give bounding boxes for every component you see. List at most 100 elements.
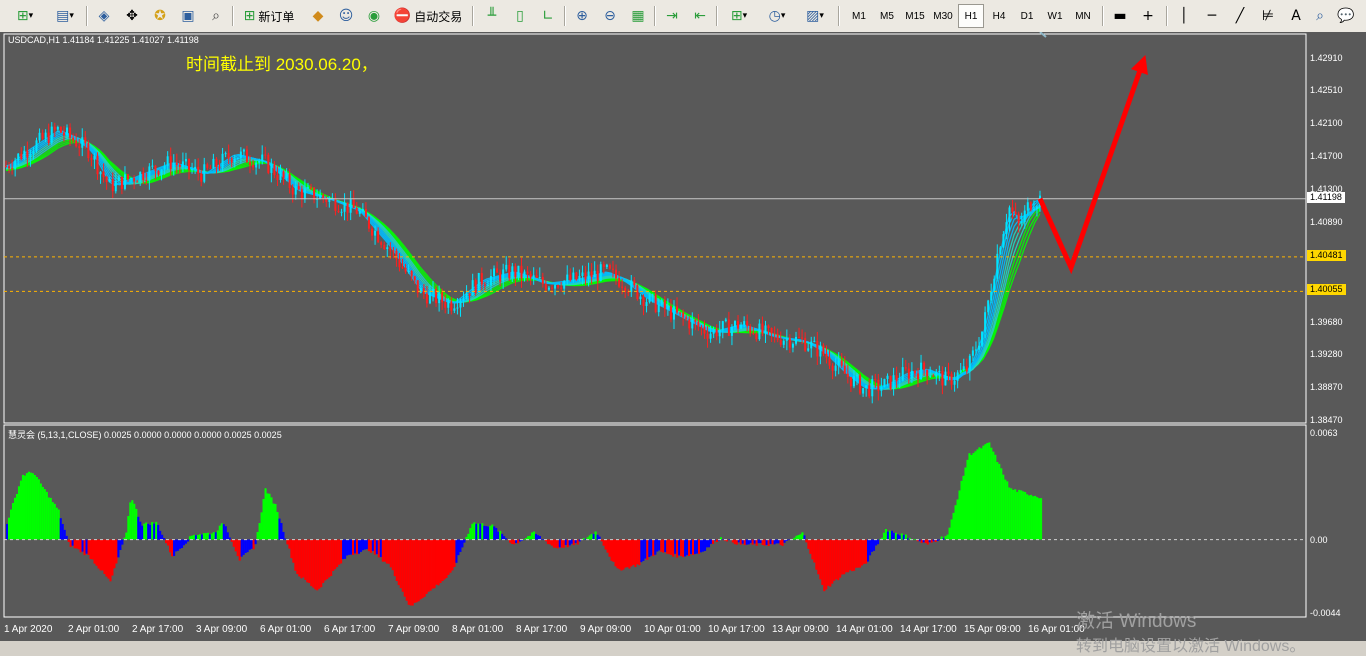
- cursor-button[interactable]: ▬: [1108, 4, 1132, 28]
- candle-body: [264, 154, 267, 156]
- text-tool-button[interactable]: A: [1284, 4, 1308, 28]
- candle-body: [361, 208, 364, 212]
- candle-body: [352, 199, 355, 208]
- histogram-bar: [690, 539, 693, 555]
- histogram-bar: [652, 539, 655, 557]
- histogram-bar: [425, 539, 428, 594]
- metaeditor-button[interactable]: ◆: [306, 4, 330, 28]
- chart-shift-button[interactable]: ⇤: [688, 4, 712, 28]
- data-window-button[interactable]: ✥: [120, 4, 144, 28]
- chat-button[interactable]: 💬: [1334, 4, 1358, 28]
- histogram-bar: [851, 539, 854, 572]
- candle-body: [203, 164, 206, 182]
- profiles-button[interactable]: ▤ ▾: [48, 4, 82, 28]
- templates-button[interactable]: ▨ ▾: [798, 4, 832, 28]
- histogram-bar: [513, 539, 516, 545]
- indicators-button[interactable]: ⊞ ▾: [722, 4, 756, 28]
- histogram-bar: [359, 539, 363, 552]
- candle-body: [566, 274, 569, 281]
- timeframe-m30[interactable]: M30: [930, 4, 956, 28]
- activation-watermark-hint: 转到电脑设置以激活 Windows。: [1076, 638, 1306, 655]
- histogram-bar: [310, 539, 313, 587]
- autotrade-icon: ⛔: [393, 8, 412, 24]
- candle-body: [172, 162, 175, 170]
- candle-body: [859, 375, 862, 394]
- histogram-bar: [367, 539, 370, 552]
- timeframe-d1[interactable]: D1: [1014, 4, 1040, 28]
- candle-body: [303, 188, 306, 199]
- autoscroll-button[interactable]: ⇥: [660, 4, 684, 28]
- candle-body: [846, 373, 849, 378]
- timeframe-h4[interactable]: H4: [986, 4, 1012, 28]
- histogram-bar: [250, 539, 253, 549]
- time-label: 10 Apr 01:00: [644, 624, 701, 635]
- indicator-info: 慧灵会 (5,13,1,CLOSE) 0.0025 0.0000 0.0000 …: [8, 430, 282, 440]
- histogram-bar: [982, 445, 985, 540]
- candle-body: [310, 187, 313, 189]
- time-label: 8 Apr 01:00: [452, 624, 504, 635]
- candle-body: [239, 151, 242, 159]
- histogram-bar: [624, 539, 627, 568]
- autotrade-button[interactable]: ⛔ 自动交易: [390, 4, 466, 28]
- candle-body: [428, 292, 431, 304]
- market-watch-button[interactable]: ◈: [92, 4, 116, 28]
- trendline-button[interactable]: ╱: [1228, 4, 1252, 28]
- histogram-bar: [23, 475, 26, 540]
- community-button[interactable]: ☺: [334, 4, 358, 28]
- line-chart-button[interactable]: ∟: [536, 4, 560, 28]
- histogram-bar: [950, 519, 953, 540]
- new-order-button[interactable]: ⊞ 新订单: [238, 4, 300, 28]
- periods-button[interactable]: ◷ ▾: [760, 4, 794, 28]
- indicator-label: 0.00: [1310, 535, 1328, 545]
- new-chart-button[interactable]: ⊞ ▾: [8, 4, 42, 28]
- histogram-bar: [797, 535, 800, 540]
- timeframe-h1[interactable]: H1: [958, 4, 984, 28]
- histogram-bar: [73, 539, 76, 549]
- timeframe-m15[interactable]: M15: [902, 4, 928, 28]
- bar-chart-button[interactable]: ╨: [480, 4, 504, 28]
- histogram-bar: [703, 539, 707, 551]
- histogram-bar: [413, 539, 416, 603]
- candle-body: [178, 164, 181, 167]
- timeframe-m1[interactable]: M1: [846, 4, 872, 28]
- histogram-bar: [552, 539, 555, 548]
- histogram-bar: [77, 539, 80, 550]
- candle-body: [62, 132, 65, 136]
- fibonacci-button[interactable]: ⊭: [1256, 4, 1280, 28]
- signals-button[interactable]: ◉: [362, 4, 386, 28]
- histogram-bar: [346, 539, 349, 556]
- histogram-bar: [236, 539, 239, 557]
- histogram-bar: [944, 536, 947, 540]
- terminal-button[interactable]: ▣: [176, 4, 200, 28]
- template-icon: ▨: [806, 8, 820, 24]
- candle-body: [663, 300, 666, 310]
- zoom-out-button[interactable]: ⊖: [598, 4, 622, 28]
- vertical-line-button[interactable]: │: [1172, 4, 1196, 28]
- timeframe-m5[interactable]: M5: [874, 4, 900, 28]
- strategy-tester-button[interactable]: ⌕: [204, 4, 228, 28]
- price-label: 1.42100: [1310, 118, 1343, 128]
- candle-body: [563, 280, 566, 289]
- histogram-bar: [984, 444, 987, 540]
- histogram-bar: [83, 539, 86, 556]
- zoom-in-button[interactable]: ⊕: [570, 4, 594, 28]
- horizontal-line-button[interactable]: ─: [1200, 4, 1224, 28]
- candle-body: [709, 333, 712, 339]
- candle-body: [1026, 202, 1029, 211]
- candle-body: [627, 291, 630, 293]
- search-button[interactable]: ⌕: [1308, 4, 1332, 28]
- navigator-button[interactable]: ✪: [148, 4, 172, 28]
- histogram-bar: [355, 539, 359, 555]
- crosshair-button[interactable]: +: [1136, 4, 1160, 28]
- histogram-bar: [511, 539, 514, 544]
- timeframe-w1[interactable]: W1: [1042, 4, 1068, 28]
- histogram-bar: [381, 539, 384, 562]
- histogram-bar: [53, 503, 56, 540]
- histogram-bar: [855, 539, 858, 568]
- candle-body: [252, 164, 255, 168]
- chart-window[interactable]: USDCAD,H1 1.41184 1.41225 1.41027 1.4119…: [0, 32, 1366, 655]
- chart-canvas[interactable]: [0, 32, 1366, 641]
- tile-windows-button[interactable]: ▦: [626, 4, 650, 28]
- timeframe-mn[interactable]: MN: [1070, 4, 1096, 28]
- candlestick-button[interactable]: ▯: [508, 4, 532, 28]
